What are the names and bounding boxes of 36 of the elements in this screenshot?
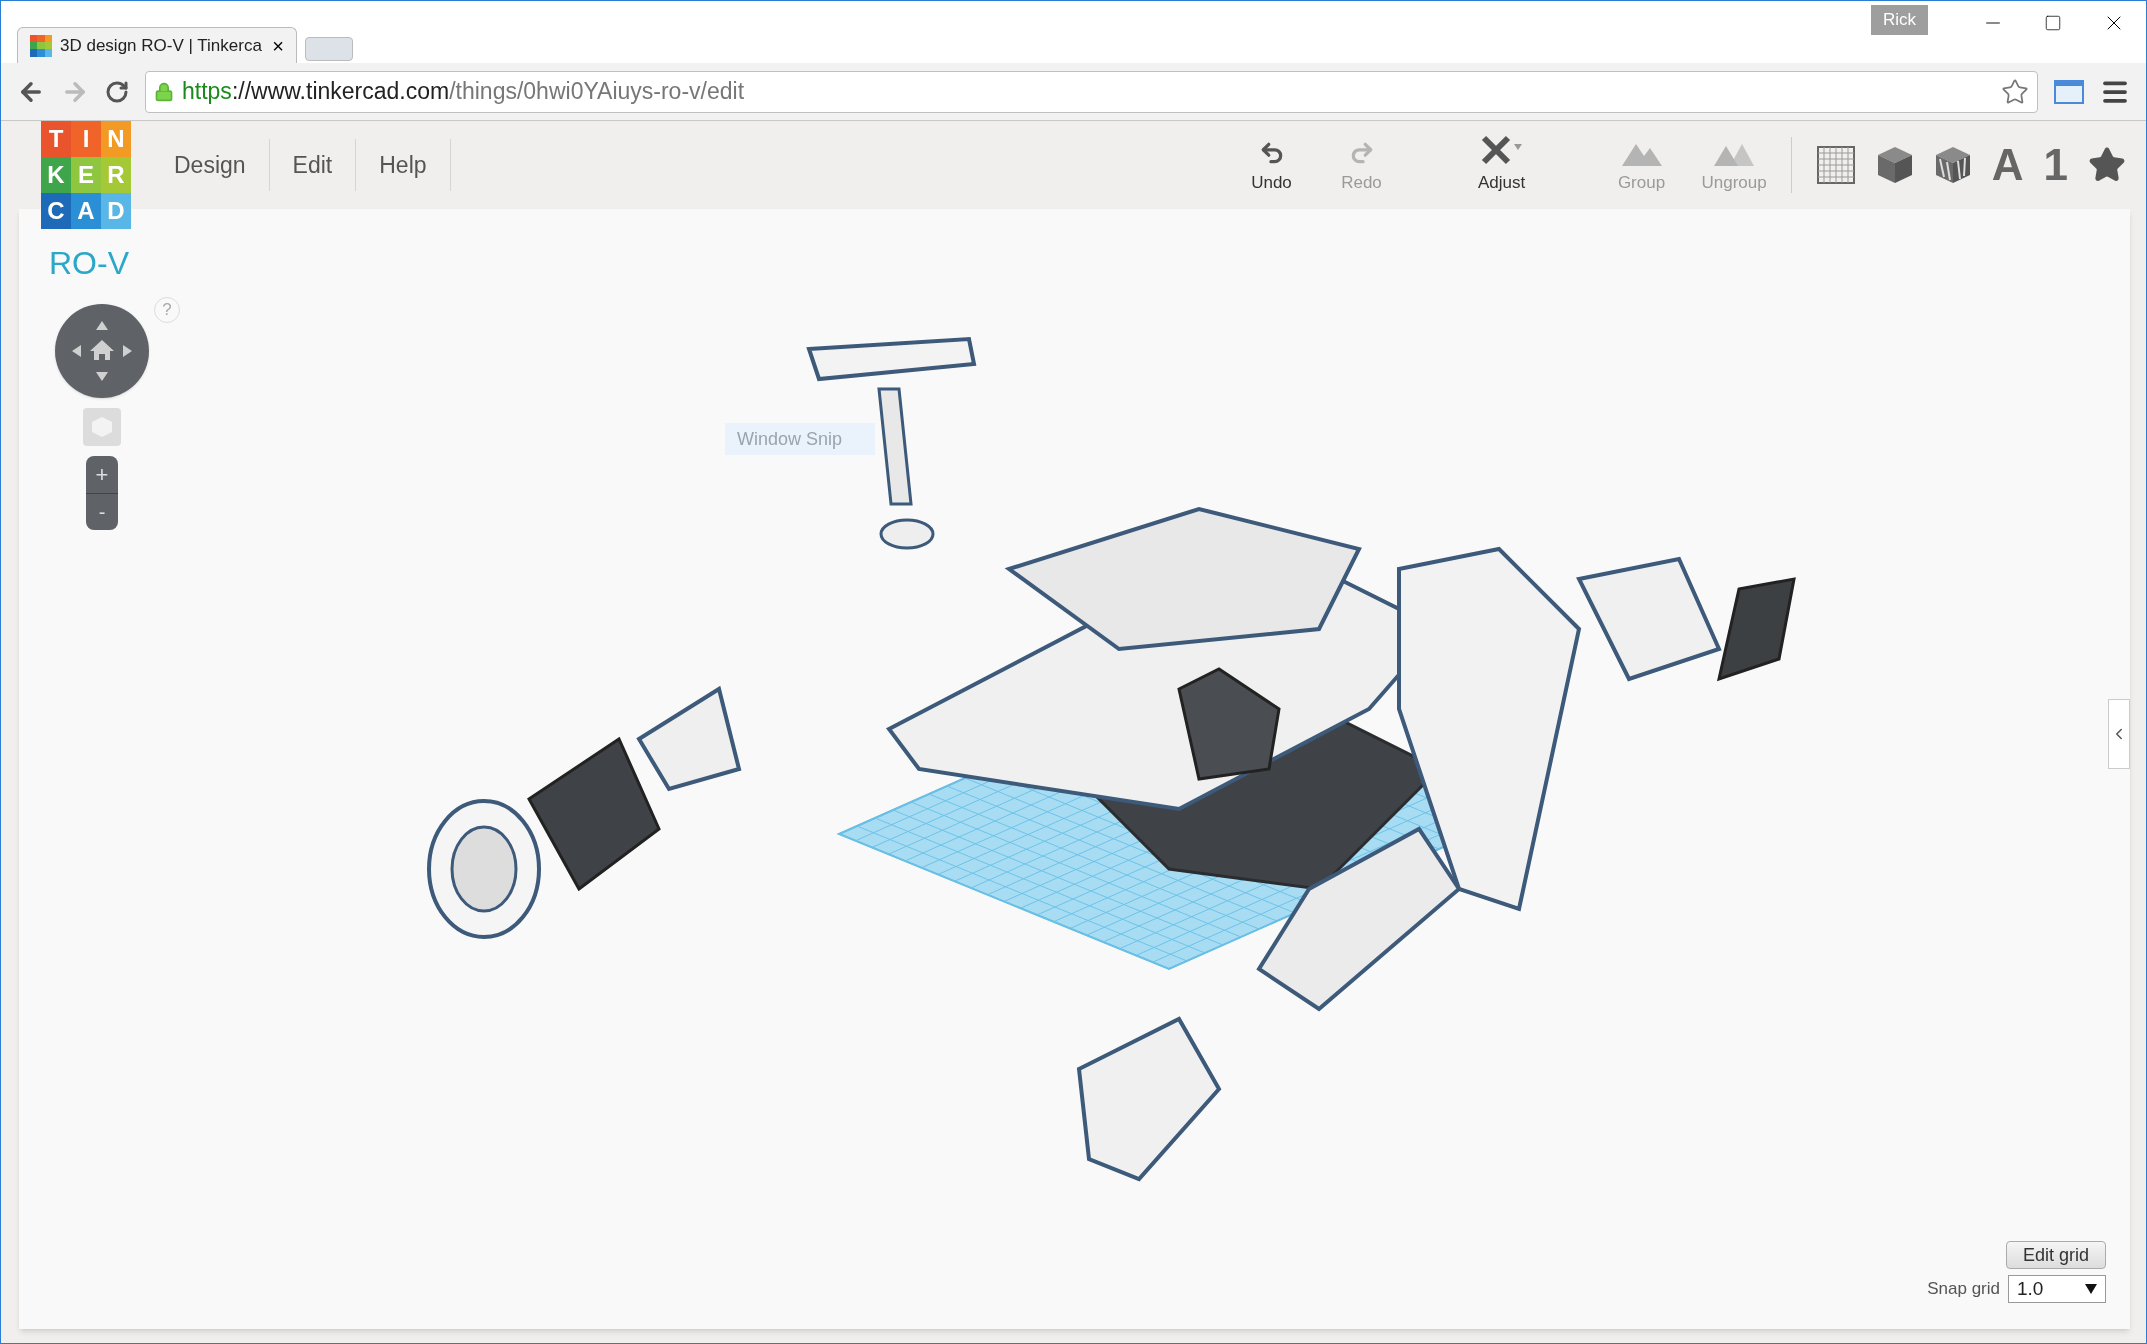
toolbar-button[interactable]: Adjust [1471,134,1532,196]
snap-grid-label: Snap grid [1927,1278,2000,1301]
zoom-out-button[interactable]: - [86,494,118,530]
bookmark-icon[interactable] [2001,77,2029,106]
menu-item[interactable]: Edit [269,139,357,191]
menu-item[interactable]: Help [356,139,451,191]
logo-tile[interactable]: K [41,157,71,193]
reload-icon[interactable] [105,79,129,104]
view-tool-label[interactable]: A [1991,143,2024,187]
edit-grid-button[interactable]: Edit grid [2005,1241,2106,1269]
logo-tile[interactable]: C [41,193,71,229]
url-text: https://www.tinkercad.com/things/0hwi0YAiuys-ro-v/edit [182,77,745,107]
tab-title: 3D design RO-V | Tinkerca [60,34,262,57]
tab-close[interactable]: × [272,30,284,61]
browser-tab[interactable]: 3D design RO-V | Tinkerca × [17,27,297,63]
snap-grid-select[interactable]: 1.0 [2008,1275,2106,1303]
view-tool-label[interactable]: 1 [2043,143,2068,187]
user-badge[interactable]: Rick [1871,5,1929,35]
star-icon[interactable] [2088,146,2126,184]
logo-tile[interactable]: A [71,193,101,229]
logo-tile[interactable]: I [71,121,101,157]
grid-icon[interactable] [1815,145,1856,185]
design-title[interactable]: RO-V [49,245,129,281]
maximize-icon[interactable] [2044,14,2062,32]
dropdown-arrow-icon [2085,1284,2097,1294]
lock-icon [154,81,174,102]
zoom-in-button[interactable]: + [86,456,118,494]
logo-tile[interactable]: T [41,121,71,157]
cube-icon[interactable] [1875,145,1914,185]
snip-overlay: Window Snip [725,423,875,455]
side-panel-toggle[interactable] [2108,699,2130,769]
toolbar-button[interactable]: Undo [1241,140,1302,196]
menu-item[interactable]: Design [151,139,270,191]
logo-icon [30,34,52,57]
address-bar[interactable]: https://www.tinkercad.com/things/0hwi0YAiuys-ro-v/edit [145,70,2038,113]
striped-cube-icon[interactable] [1933,145,1972,185]
